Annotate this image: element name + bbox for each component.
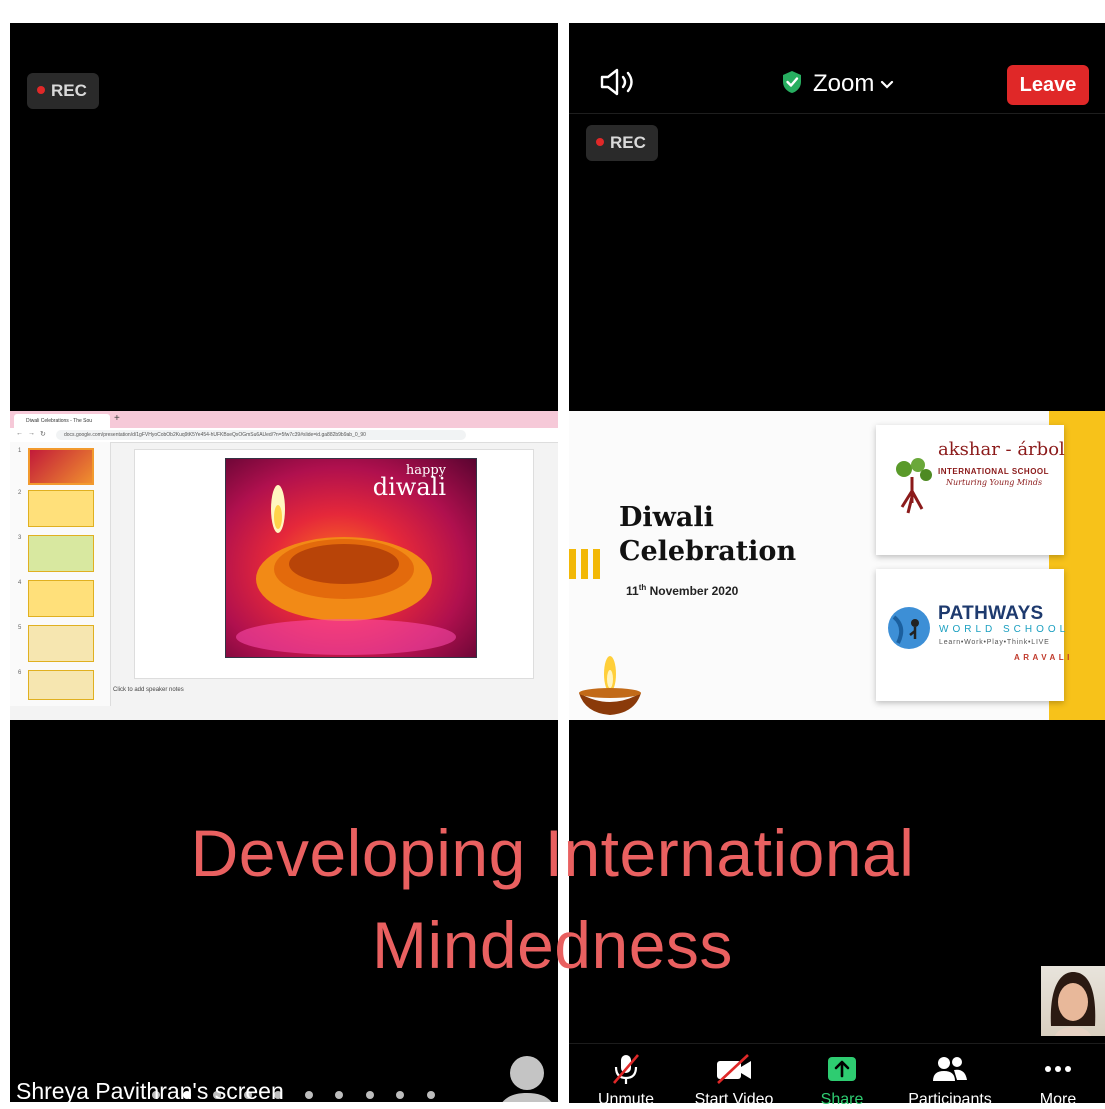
slide-diwali-text: diwali (372, 473, 446, 501)
thumb-number: 1 (18, 448, 22, 454)
record-dot-icon (37, 86, 45, 94)
caption-line1: Developing International (190, 816, 915, 890)
date-day: 11 (626, 584, 639, 598)
caption-line2: Mindedness (372, 908, 733, 982)
self-view-person (1050, 972, 1096, 1036)
page-dot[interactable] (304, 1091, 313, 1099)
slide-thumbnail[interactable] (28, 535, 94, 572)
thumb-number: 3 (18, 535, 22, 541)
shared-screen-slide: Diwali Celebration 11th November 2020 ak… (569, 411, 1105, 720)
akshar-arbol-logo-card: akshar - árbol INTERNATIONAL SCHOOL Nurt… (876, 425, 1065, 555)
address-field[interactable]: docs.google.com/presentation/d/1gFVHyoCo… (56, 430, 466, 440)
participants-label: Participants (908, 1091, 992, 1108)
microphone-muted-icon (613, 1054, 639, 1084)
editor-bottom-bar (10, 706, 558, 720)
diwali-slide-image: happy diwali (225, 458, 477, 658)
forward-icon[interactable]: → (28, 430, 35, 437)
shared-screen-browser: Diwali Celebrations - The Sou + ← → ↻ do… (10, 411, 558, 720)
leave-button[interactable]: Leave (1007, 65, 1089, 105)
participants-button[interactable]: Participants (895, 1052, 1005, 1109)
page-dot[interactable] (335, 1091, 343, 1099)
slide-thumbnail[interactable] (28, 670, 94, 700)
thumb-number: 2 (18, 490, 22, 496)
start-video-label: Start Video (694, 1091, 774, 1108)
speaker-icon[interactable] (599, 67, 637, 97)
start-video-button[interactable]: Start Video (679, 1052, 789, 1109)
pathways-location: ARAVALI (1014, 653, 1073, 662)
meeting-title-text: Zoom (813, 70, 875, 97)
participant-avatar-icon (502, 1056, 552, 1102)
akshar-school-name: akshar - árbol (938, 439, 1065, 460)
more-label: More (1039, 1091, 1077, 1108)
share-button[interactable]: Share (787, 1052, 897, 1109)
slide-thumbnail[interactable] (28, 625, 94, 662)
participants-icon (933, 1057, 967, 1081)
page-dot[interactable] (365, 1091, 374, 1099)
shield-check-icon (783, 71, 801, 93)
page-dot[interactable] (396, 1091, 404, 1099)
unmute-button[interactable]: Unmute (571, 1052, 681, 1109)
meeting-toolbar: Unmute Start Video Share Participants Mo… (569, 1043, 1105, 1108)
recording-indicator: REC (27, 73, 99, 109)
thumb-number: 6 (18, 670, 22, 676)
share-label: Share (820, 1091, 864, 1108)
slide-filmstrip: 1 2 3 4 5 6 (10, 442, 111, 720)
meeting-title[interactable]: Zoom (781, 68, 894, 100)
browser-tabstrip: Diwali Celebrations - The Sou + (10, 411, 558, 428)
browser-tab-title: Diwali Celebrations - The Sou (26, 418, 93, 424)
slide-thumbnail[interactable] (28, 490, 94, 527)
browser-urlbar: ← → ↻ docs.google.com/presentation/d/1gF… (10, 428, 558, 443)
slide-title-line1: Diwali (619, 502, 714, 533)
slide-thumbnail[interactable] (28, 580, 94, 617)
speaker-notes-field[interactable]: Click to add speaker notes (113, 687, 184, 693)
slide-thumbnail[interactable] (28, 448, 94, 485)
new-tab-icon[interactable]: + (114, 413, 120, 424)
pathways-tagline: Learn•Work•Play•Think•LIVE (939, 639, 1050, 646)
diya-icon (579, 656, 641, 715)
stripes-decoration (569, 549, 600, 579)
slide-canvas[interactable]: happy diwali (134, 449, 534, 679)
slide-title-line2: Celebration (619, 536, 797, 567)
share-screen-icon (828, 1057, 856, 1081)
akshar-school-subtitle: INTERNATIONAL SCHOOL (938, 467, 1050, 476)
unmute-label: Unmute (597, 1091, 655, 1108)
date-rest: November 2020 (646, 584, 739, 598)
slide-date: 11th November 2020 (626, 583, 738, 598)
browser-tab[interactable]: Diwali Celebrations - The Sou (14, 414, 110, 428)
rec-label: REC (610, 133, 646, 152)
more-dots-icon (1045, 1066, 1071, 1072)
thumb-number: 4 (18, 580, 22, 586)
globe-logo-icon (888, 607, 930, 649)
rec-label: REC (51, 81, 87, 100)
video-camera-off-icon (717, 1054, 751, 1084)
back-icon[interactable]: ← (16, 430, 23, 437)
recording-indicator: REC (586, 125, 658, 161)
screen-owner-label: Shreya Pavithran's screen (16, 1078, 284, 1104)
slide-title: Diwali Celebration (619, 501, 796, 569)
meeting-topbar: Zoom Leave (569, 53, 1105, 114)
akshar-tagline: Nurturing Young Minds (946, 478, 1043, 487)
tree-logo-icon (896, 458, 932, 514)
self-view-video[interactable] (1041, 966, 1105, 1036)
more-button[interactable]: More (1003, 1052, 1105, 1109)
thumb-number: 5 (18, 625, 22, 631)
pathways-school-subtitle: WORLD SCHOOL (939, 624, 1070, 635)
reload-icon[interactable]: ↻ (40, 430, 46, 438)
page-dot[interactable] (426, 1091, 435, 1099)
chevron-down-icon (881, 80, 894, 89)
pathways-school-name: PATHWAYS (938, 603, 1044, 624)
record-dot-icon (596, 138, 604, 146)
pathways-logo-card: PATHWAYS WORLD SCHOOL Learn•Work•Play•Th… (876, 569, 1069, 701)
